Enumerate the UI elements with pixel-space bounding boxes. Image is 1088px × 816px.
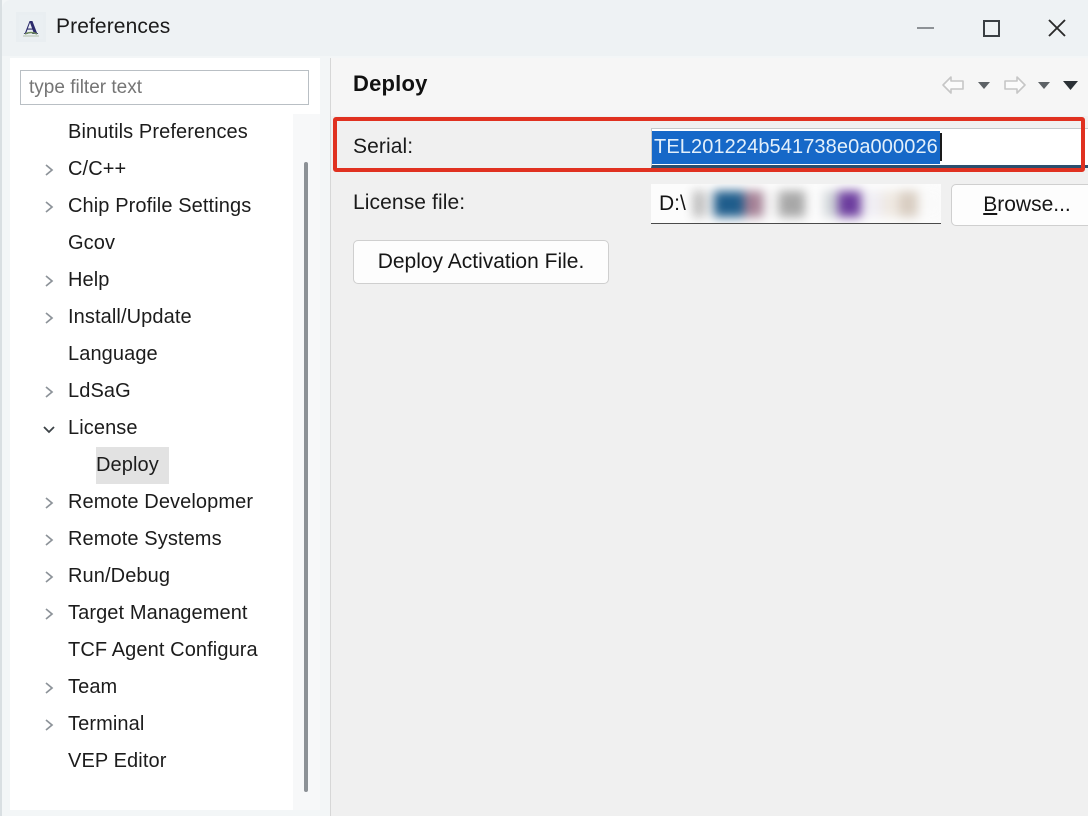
application-a-icon: A <box>16 12 46 42</box>
tree-item-install-update[interactable]: Install/Update <box>10 299 293 336</box>
browse-button[interactable]: Browse... <box>951 184 1088 226</box>
tree-item-chip-profile-settings[interactable]: Chip Profile Settings <box>10 188 293 225</box>
tree-item-remote-development[interactable]: Remote Developmer <box>10 484 293 521</box>
redacted-path-blocks <box>693 186 941 222</box>
tree-item-tcf-agent-configuration[interactable]: TCF Agent Configura <box>10 632 293 669</box>
tree-item-target-management[interactable]: Target Management <box>10 595 293 632</box>
browse-button-label: Browse... <box>983 193 1071 216</box>
tree-item-c-cpp[interactable]: C/C++ <box>10 151 293 188</box>
preferences-tree-panel: Binutils Preferences C/C++ Chip Profile … <box>10 58 320 810</box>
tree-item-help[interactable]: Help <box>10 262 293 299</box>
maximize-icon[interactable] <box>958 0 1024 56</box>
close-icon[interactable] <box>1024 0 1088 56</box>
deploy-button-label: Deploy Activation File. <box>377 250 585 273</box>
tree-item-team[interactable]: Team <box>10 669 293 706</box>
license-file-value: D:\ <box>659 191 686 215</box>
tree-item-vep-editor[interactable]: VEP Editor <box>10 743 293 780</box>
title-bar: A Preferences <box>2 0 1088 56</box>
text-caret <box>939 133 942 161</box>
serial-label: Serial: <box>353 135 414 158</box>
tree-item-ldsag[interactable]: LdSaG <box>10 373 293 410</box>
page-title: Deploy <box>353 71 428 96</box>
deploy-settings-panel: Deploy Serial: TEL201224b541738e0a000026… <box>330 58 1088 816</box>
tree-item-gcov[interactable]: Gcov <box>10 225 293 262</box>
window-controls <box>892 0 1088 56</box>
chevron-right-icon[interactable] <box>40 373 58 410</box>
chevron-down-icon[interactable] <box>40 410 58 447</box>
back-arrow-icon[interactable] <box>937 68 971 102</box>
content-header: Deploy <box>331 58 1088 116</box>
tree-item-label: Language <box>68 343 158 365</box>
serial-value: TEL201224b541738e0a000026 <box>652 130 940 164</box>
tree-item-remote-systems[interactable]: Remote Systems <box>10 521 293 558</box>
tree-item-terminal[interactable]: Terminal <box>10 706 293 743</box>
chevron-right-icon[interactable] <box>40 484 58 521</box>
license-file-label: License file: <box>353 191 466 214</box>
tree-item-label: Help <box>68 269 110 291</box>
tree-item-deploy[interactable]: Deploy <box>10 447 293 484</box>
window-title: Preferences <box>56 15 171 38</box>
chevron-right-icon[interactable] <box>40 558 58 595</box>
chevron-right-icon[interactable] <box>40 262 58 299</box>
serial-input[interactable]: TEL201224b541738e0a000026 <box>651 128 1088 168</box>
tree-item-label: LdSaG <box>68 380 131 402</box>
tree-item-label: VEP Editor <box>68 750 167 772</box>
tree-item-label: Run/Debug <box>68 565 171 587</box>
tree-item-label: Binutils Preferences <box>68 121 248 143</box>
forward-menu-chevron-down-icon[interactable] <box>1031 68 1057 102</box>
tree-item-language[interactable]: Language <box>10 336 293 373</box>
tree-item-run-debug[interactable]: Run/Debug <box>10 558 293 595</box>
deploy-activation-file-button[interactable]: Deploy Activation File. <box>353 240 609 284</box>
tree-item-label: TCF Agent Configura <box>68 639 258 661</box>
tree-item-license[interactable]: License <box>10 410 293 447</box>
chevron-right-icon[interactable] <box>40 595 58 632</box>
tree-item-label: Install/Update <box>68 306 192 328</box>
tree-item-label: Team <box>68 676 118 698</box>
back-menu-chevron-down-icon[interactable] <box>971 68 997 102</box>
chevron-right-icon[interactable] <box>40 706 58 743</box>
tree-item-label: Deploy <box>96 447 169 484</box>
tree-item-label: Terminal <box>68 713 145 735</box>
chevron-right-icon[interactable] <box>40 521 58 558</box>
license-file-input[interactable]: D:\ <box>651 184 941 224</box>
tree-item-label: License <box>68 417 138 439</box>
chevron-right-icon[interactable] <box>40 299 58 336</box>
minimize-icon[interactable] <box>892 0 958 56</box>
navigation-toolbar <box>937 68 1083 102</box>
tree-item-label: Gcov <box>68 232 116 254</box>
preferences-window: A Preferences Binutils Preferences <box>0 0 1088 816</box>
tree-item-binutils-preferences[interactable]: Binutils Preferences <box>10 114 293 151</box>
preferences-tree[interactable]: Binutils Preferences C/C++ Chip Profile … <box>10 114 293 810</box>
tree-item-label: C/C++ <box>68 158 127 180</box>
forward-arrow-icon[interactable] <box>997 68 1031 102</box>
license-file-row: License file: D:\ Browse... <box>353 184 1088 226</box>
chevron-right-icon[interactable] <box>40 151 58 188</box>
serial-row: Serial: TEL201224b541738e0a000026 <box>353 128 1088 168</box>
chevron-right-icon[interactable] <box>40 669 58 706</box>
chevron-right-icon[interactable] <box>40 188 58 225</box>
tree-scrollbar[interactable] <box>293 114 320 810</box>
filter-input[interactable] <box>20 70 309 105</box>
view-menu-chevron-down-filled-icon[interactable] <box>1057 68 1083 102</box>
tree-scrollbar-thumb[interactable] <box>304 162 308 792</box>
